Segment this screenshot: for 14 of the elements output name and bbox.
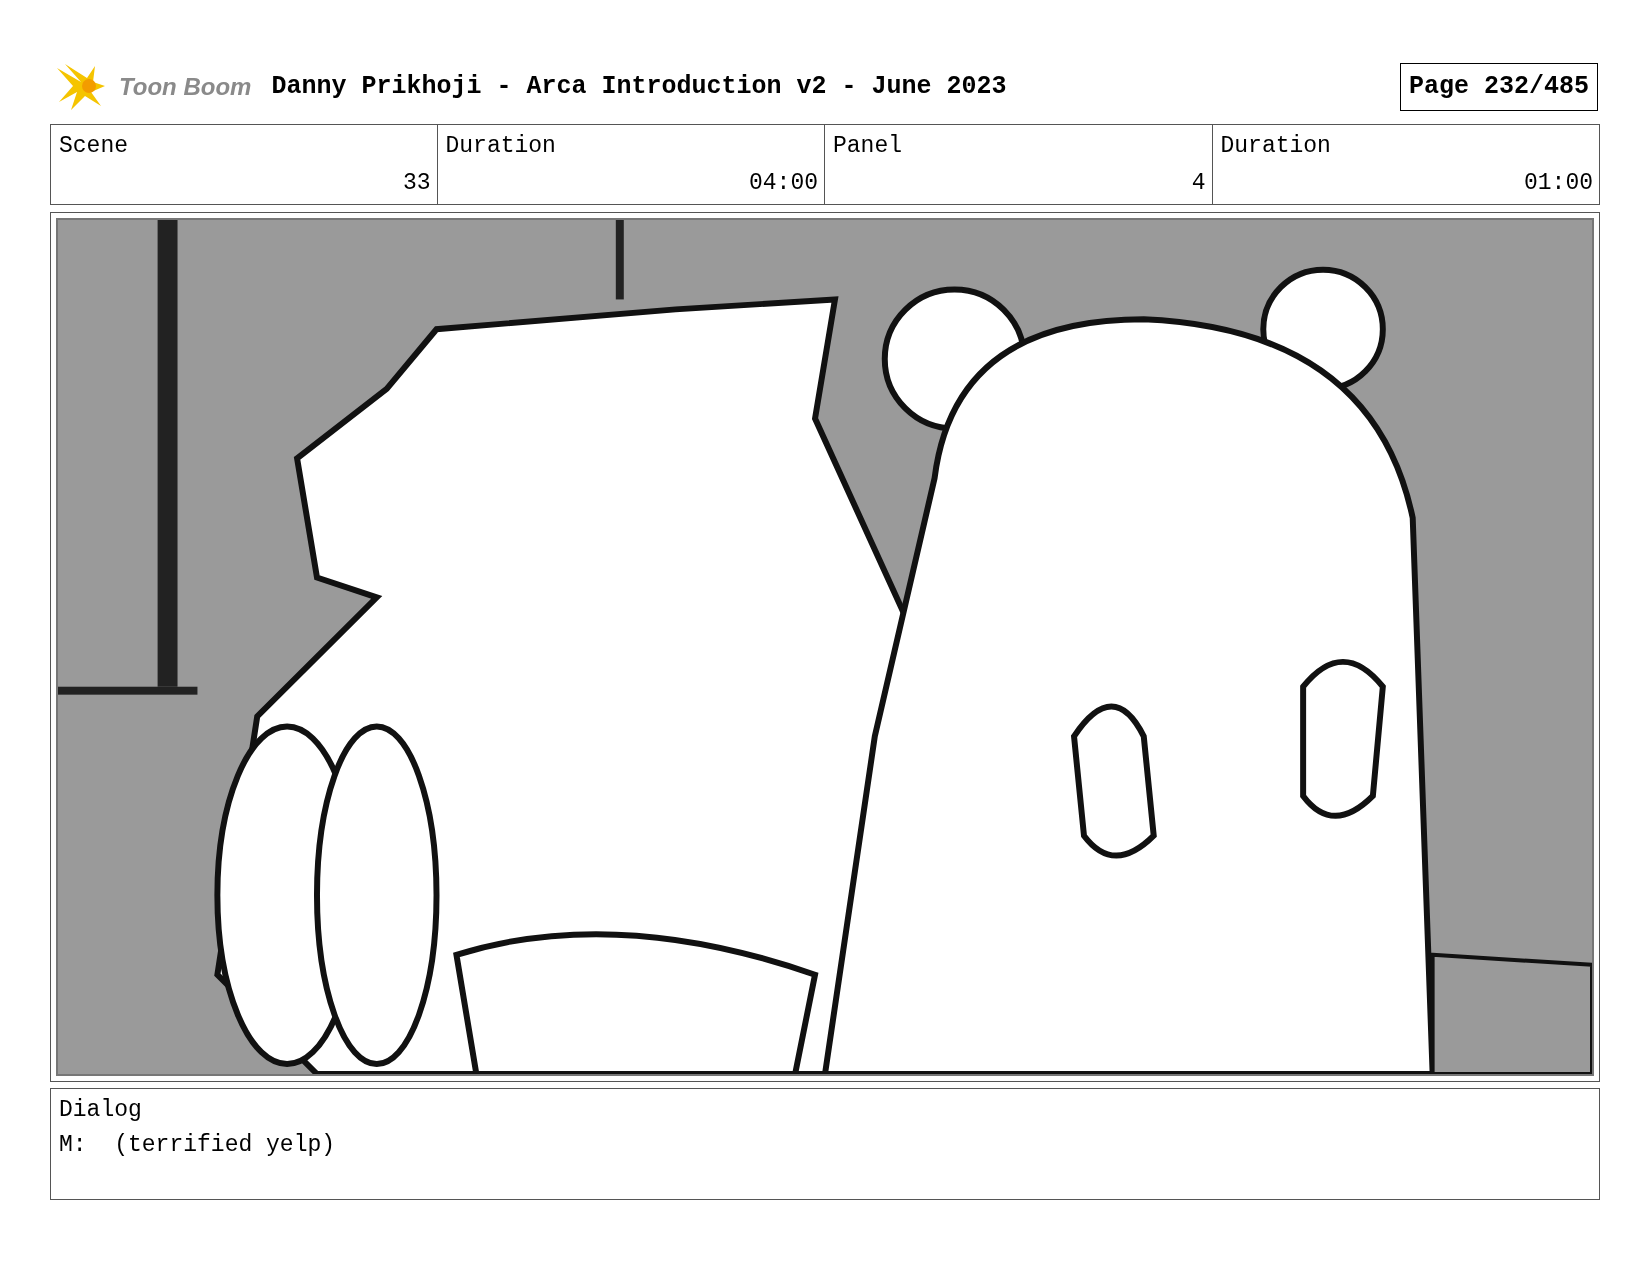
table-cell-text: 33 — [402, 168, 431, 198]
document-title: Danny Prikhoji - Arca Introduction v2 - June 2023 — [271, 71, 1007, 104]
dialog-label: Dialog — [59, 1096, 143, 1125]
column-header: Duration — [445, 132, 557, 161]
table-cell-text: 4 — [1191, 168, 1206, 198]
column-header: Scene — [59, 132, 129, 161]
page-number: Page 232/485 — [1399, 63, 1598, 111]
dialog-text: M: (terrified yelp) — [59, 1130, 337, 1160]
starburst-logo-icon — [55, 62, 107, 112]
logo-text: Toon Boom — [119, 72, 252, 102]
column-header: Duration — [1220, 132, 1332, 161]
table-cell-text: 01:00 — [1524, 168, 1593, 198]
table-cell-text: 04:00 — [749, 168, 818, 198]
column-header: Panel — [833, 132, 903, 161]
